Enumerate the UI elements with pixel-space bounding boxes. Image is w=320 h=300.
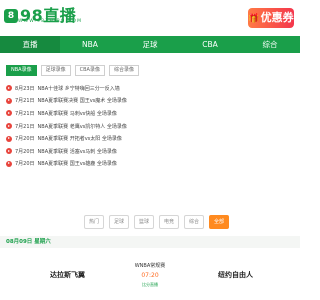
score-live-link[interactable]: 比分直播 [110,282,190,288]
home-team: 达拉斯飞翼 [50,271,85,279]
item-date: 7月21日 [15,98,35,105]
list-item[interactable]: 8月23日 NBA十佳球 乡宁特嗨回三分一反入墙 [6,82,294,95]
play-icon [6,85,12,92]
logo-url: WWW.98ZHIBO.COM [18,19,83,24]
coupon-label: 优惠券 [260,11,294,24]
tab-football-replay[interactable]: 足球录像 [40,65,71,76]
play-icon [6,97,12,104]
filter-hot[interactable]: 热门 [84,215,104,229]
play-icon [6,148,12,155]
item-title: NBA夏季联赛 老鹰vs凯尔特人 全场录像 [37,123,127,130]
item-date: 7月20日 [15,148,35,155]
item-date: 7月20日 [15,161,35,168]
list-item[interactable]: 7月20日 NBA夏季联赛 开拓者vs太阳 全场录像 [6,132,294,145]
filter-esports[interactable]: 电竞 [159,215,179,229]
item-date: 7月20日 [15,136,35,143]
play-icon [6,135,12,142]
nav-item-nba[interactable]: NBA [60,36,120,53]
match-row[interactable]: 达拉斯飞翼 WNBA常规赛 07:20 比分直播 纽约自由人 [0,252,300,300]
filter-football[interactable]: 足球 [109,215,129,229]
coupon-button[interactable]: 🎁优惠券 [248,8,294,28]
replay-tabs: NBA录像 足球录像 CBA录像 综合录像 [6,65,139,76]
main-nav: 直播 NBA 足球 CBA 综合 [0,36,300,53]
item-title: NBA夏季联赛 国王vs雄鹿 全场录像 [37,161,117,168]
league-name: WNBA常规赛 [134,263,166,269]
list-item[interactable]: 7月20日 NBA夏季联赛 国王vs雄鹿 全场录像 [6,158,294,171]
tab-cba-replay[interactable]: CBA录像 [74,65,105,76]
date-label: 08月09日 星期六 [6,239,51,245]
replay-list: 8月23日 NBA十佳球 乡宁特嗨回三分一反入墙 7月21日 NBA夏季联赛决赛… [6,82,294,170]
item-title: NBA夏季联赛 活塞vs马刺 全场录像 [37,148,117,155]
filter-general[interactable]: 综合 [184,215,204,229]
list-item[interactable]: 7月21日 NBA夏季联赛决赛 国王vs魔术 全场录像 [6,95,294,108]
item-date: 8月23日 [15,85,35,92]
sport-filters: 热门 足球 篮球 电竞 综合 全部 [84,215,229,229]
list-item[interactable]: 7月20日 NBA夏季联赛 活塞vs马刺 全场录像 [6,145,294,158]
nav-item-live[interactable]: 直播 [0,36,60,53]
list-item[interactable]: 7月21日 NBA夏季联赛 老鹰vs凯尔特人 全场录像 [6,120,294,133]
item-title: NBA十佳球 乡宁特嗨回三分一反入墙 [37,85,120,92]
away-team: 纽约自由人 [218,271,253,279]
tab-general-replay[interactable]: 综合录像 [108,65,139,76]
match-info: WNBA常规赛 07:20 比分直播 [110,262,190,288]
filter-basketball[interactable]: 篮球 [134,215,154,229]
match-time: 07:20 [141,272,159,279]
play-icon [6,110,12,117]
logo-badge: 8 [4,9,18,23]
item-title: NBA夏季联赛 马刺vs快船 全场录像 [37,110,117,117]
header: 8 98直播 WWW.98ZHIBO.COM 🎁优惠券 [0,0,300,34]
date-bar: 08月09日 星期六 [0,236,300,248]
tab-nba-replay[interactable]: NBA录像 [6,65,37,76]
item-title: NBA夏季联赛决赛 国王vs魔术 全场录像 [37,98,127,105]
item-date: 7月21日 [15,123,35,130]
item-date: 7月21日 [15,110,35,117]
nav-item-cba[interactable]: CBA [180,36,240,53]
play-icon [6,160,12,167]
nav-item-general[interactable]: 综合 [240,36,300,53]
item-title: NBA夏季联赛 开拓者vs太阳 全场录像 [37,136,122,143]
list-item[interactable]: 7月21日 NBA夏季联赛 马刺vs快船 全场录像 [6,107,294,120]
filter-all[interactable]: 全部 [209,215,229,229]
play-icon [6,123,12,130]
gift-icon: 🎁 [248,14,260,24]
nav-item-football[interactable]: 足球 [120,36,180,53]
